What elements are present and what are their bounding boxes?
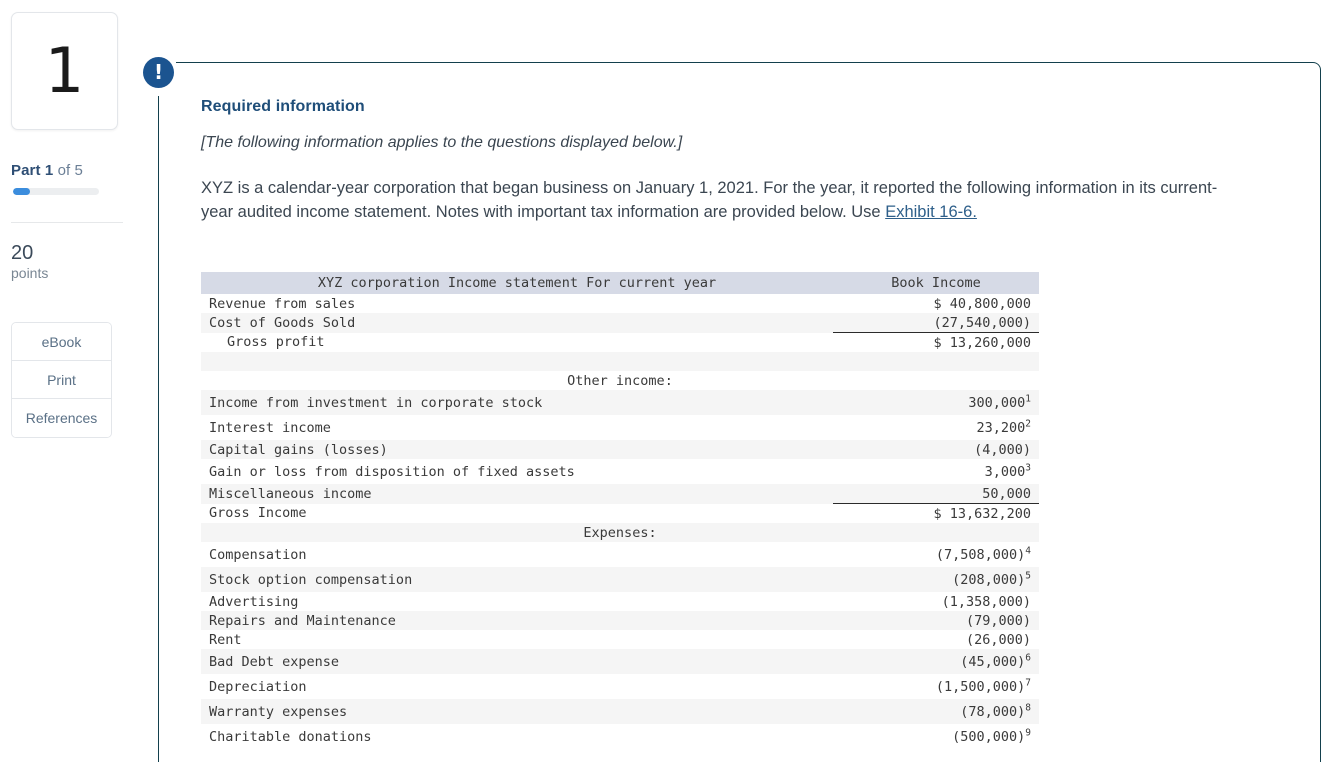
row-label: Income from investment in corporate stoc… xyxy=(201,390,833,415)
row-label: Gross profit xyxy=(201,332,833,352)
exhibit-link[interactable]: Exhibit 16-6. xyxy=(885,203,977,221)
table-row: Repairs and Maintenance (79,000) xyxy=(201,611,1039,630)
row-label: Bad Debt expense xyxy=(201,649,833,674)
section-label: Expenses: xyxy=(201,523,1039,542)
table-row: Interest income 23,2002 xyxy=(201,415,1039,440)
income-statement-table: XYZ corporation Income statement For cur… xyxy=(201,272,1039,749)
row-amount: 300,0001 xyxy=(833,390,1039,415)
row-label: Advertising xyxy=(201,592,833,611)
table-section-row: Other income: xyxy=(201,371,1039,390)
row-label: Miscellaneous income xyxy=(201,484,833,504)
row-amount: $ 40,800,000 xyxy=(833,294,1039,313)
book-income-header: Book Income xyxy=(833,272,1039,294)
table-row: Gross Income $ 13,632,200 xyxy=(201,503,1039,523)
applies-to-note: [The following information applies to th… xyxy=(201,134,683,151)
footnote-marker: 1 xyxy=(1025,393,1031,404)
table-row: Depreciation (1,500,000)7 xyxy=(201,674,1039,699)
table-row: Miscellaneous income 50,000 xyxy=(201,484,1039,504)
row-amount: (208,000)5 xyxy=(833,567,1039,592)
section-label: Other income: xyxy=(201,371,1039,390)
part-current: Part 1 xyxy=(11,162,54,179)
row-amount: $ 13,260,000 xyxy=(833,332,1039,352)
scenario-text: XYZ is a calendar-year corporation that … xyxy=(201,179,1218,221)
points-value: 20 xyxy=(11,242,34,264)
footnote-marker: 8 xyxy=(1025,702,1031,713)
row-label: Depreciation xyxy=(201,674,833,699)
question-number-card: 1 xyxy=(11,12,118,130)
table-row: Stock option compensation (208,000)5 xyxy=(201,567,1039,592)
row-label: Cost of Goods Sold xyxy=(201,313,833,333)
question-sidebar: 1 Part 1 of 5 20 points eBook Print Refe… xyxy=(0,0,124,754)
row-label: Warranty expenses xyxy=(201,699,833,724)
sidebar-divider xyxy=(11,222,123,223)
row-amount: (1,500,000)7 xyxy=(833,674,1039,699)
row-amount: (500,000)9 xyxy=(833,724,1039,749)
row-label: Revenue from sales xyxy=(201,294,833,313)
scenario-paragraph: XYZ is a calendar-year corporation that … xyxy=(201,177,1246,224)
table-row: Bad Debt expense (45,000)6 xyxy=(201,649,1039,674)
sidebar-button-group: eBook Print References xyxy=(11,322,112,438)
points-label: points xyxy=(11,265,49,281)
table-row: Gross profit $ 13,260,000 xyxy=(201,332,1039,352)
print-button[interactable]: Print xyxy=(12,361,111,399)
part-progress-fill xyxy=(13,188,31,195)
row-label xyxy=(201,352,833,371)
ebook-button[interactable]: eBook xyxy=(12,323,111,361)
part-indicator: Part 1 of 5 xyxy=(11,161,83,181)
table-header-row: XYZ corporation Income statement For cur… xyxy=(201,272,1039,294)
table-row: Compensation (7,508,000)4 xyxy=(201,542,1039,567)
table-row: Warranty expenses (78,000)8 xyxy=(201,699,1039,724)
references-button[interactable]: References xyxy=(12,399,111,437)
row-amount: (45,000)6 xyxy=(833,649,1039,674)
row-amount: (27,540,000) xyxy=(833,313,1039,333)
question-number: 1 xyxy=(44,34,85,107)
footnote-marker: 2 xyxy=(1025,418,1031,429)
income-statement-container: XYZ corporation Income statement For cur… xyxy=(201,272,1039,749)
footnote-marker: 3 xyxy=(1025,462,1031,473)
exclamation-icon: ! xyxy=(143,57,174,88)
row-label: Repairs and Maintenance xyxy=(201,611,833,630)
row-label: Capital gains (losses) xyxy=(201,440,833,459)
row-amount: $ 13,632,200 xyxy=(833,503,1039,523)
row-label: Gross Income xyxy=(201,503,833,523)
row-amount: (7,508,000)4 xyxy=(833,542,1039,567)
footnote-marker: 7 xyxy=(1025,677,1031,688)
row-label: Interest income xyxy=(201,415,833,440)
table-row xyxy=(201,352,1039,371)
table-row: Charitable donations (500,000)9 xyxy=(201,724,1039,749)
table-row: Revenue from sales $ 40,800,000 xyxy=(201,294,1039,313)
row-amount: (1,358,000) xyxy=(833,592,1039,611)
row-amount: 23,2002 xyxy=(833,415,1039,440)
table-row: Gain or loss from disposition of fixed a… xyxy=(201,459,1039,484)
row-label: Rent xyxy=(201,630,833,649)
footnote-marker: 5 xyxy=(1025,570,1031,581)
row-amount: 3,0003 xyxy=(833,459,1039,484)
row-label: Gain or loss from disposition of fixed a… xyxy=(201,459,833,484)
row-label: Compensation xyxy=(201,542,833,567)
row-amount: (26,000) xyxy=(833,630,1039,649)
exclamation-glyph: ! xyxy=(153,60,164,84)
row-label: Charitable donations xyxy=(201,724,833,749)
table-row: Rent (26,000) xyxy=(201,630,1039,649)
row-amount: (79,000) xyxy=(833,611,1039,630)
part-progress-bar xyxy=(13,188,99,195)
panel-content: Required information [The following info… xyxy=(201,96,1261,224)
table-row: Capital gains (losses) (4,000) xyxy=(201,440,1039,459)
table-row: Cost of Goods Sold (27,540,000) xyxy=(201,313,1039,333)
part-total: of 5 xyxy=(57,162,83,179)
footnote-marker: 9 xyxy=(1025,727,1031,738)
table-row: Advertising (1,358,000) xyxy=(201,592,1039,611)
row-amount: 50,000 xyxy=(833,484,1039,504)
row-amount: (4,000) xyxy=(833,440,1039,459)
statement-title-header: XYZ corporation Income statement For cur… xyxy=(201,272,833,294)
row-amount: (78,000)8 xyxy=(833,699,1039,724)
page-title: Required information xyxy=(201,98,365,115)
footnote-marker: 4 xyxy=(1025,545,1031,556)
row-label: Stock option compensation xyxy=(201,567,833,592)
row-amount xyxy=(833,352,1039,371)
table-section-row: Expenses: xyxy=(201,523,1039,542)
table-row: Income from investment in corporate stoc… xyxy=(201,390,1039,415)
footnote-marker: 6 xyxy=(1025,652,1031,663)
